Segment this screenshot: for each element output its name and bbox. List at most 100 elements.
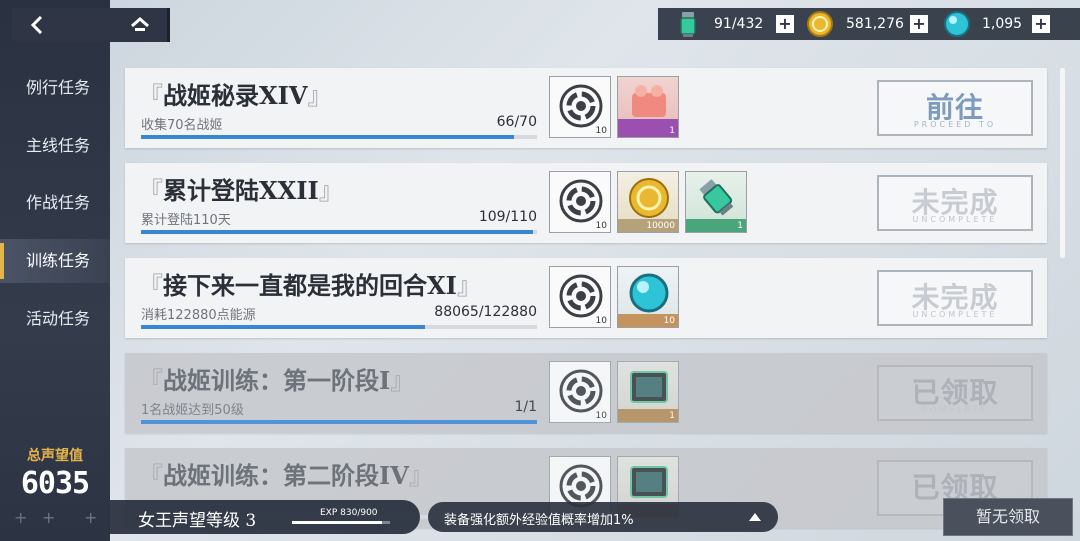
task-status-button[interactable]: 未完成 UNCOMPLETE [877,270,1033,326]
title-bracket-close: 』 [456,272,481,300]
reward-quantity: 1 [669,126,675,136]
triangle-up-icon [749,513,761,521]
exp-progress-bar [292,521,390,524]
status-sublabel: UNCOMPLETE [912,310,998,319]
status-sublabel: UNCOMPLETE [912,215,998,224]
chevron-left-icon [30,16,43,34]
queen-reputation-level-panel: 女王声望等级 3 EXP 830/900 [110,500,420,534]
reward-quantity: 10 [595,126,607,136]
status-sublabel: PROCEED TO [913,120,997,129]
plus-decoration-icon: + [84,508,98,527]
task-title: 『战姬训练：第二阶段IV』 [139,456,433,491]
task-title: 『累计登陆XXII』 [139,171,343,206]
title-bracket-open: 『 [139,177,163,205]
task-card: 『战姬秘录XIV』收集70名战姬 66/70 10 1 前往 PROCEED TO [125,68,1047,148]
title-bracket-close: 』 [318,177,343,205]
plus-decoration-icon: + [14,508,28,527]
sidebar-item-main[interactable]: 主线任务 [0,124,110,168]
title-bracket-open: 『 [139,82,163,110]
task-progress-text: 66/70 [496,114,537,130]
task-progress-bar [141,420,537,424]
gold-coin-icon [807,11,833,37]
task-category-sidebar: 例行任务 主线任务 作战任务 训练任务 活动任务 总声望值 6035 + + + [0,0,110,541]
task-title-text: 战姬秘录XIV [163,81,308,110]
task-list-scrollbar[interactable] [1060,68,1065,258]
reputation-label: 总声望值 [27,448,83,464]
task-title-text: 战姬训练：第一阶段I [163,366,391,395]
gold-value: 581,276 [846,16,904,32]
task-status-button[interactable]: 已领取 COMPLETE [877,365,1033,421]
sidebar-item-event[interactable]: 活动任务 [0,297,110,341]
bonus-text: 装备强化额外经验值概率增加1% [444,513,634,528]
task-description: 收集70名战姬 [141,118,223,133]
plus-decoration-icon: + [42,508,56,527]
title-bracket-open: 『 [139,272,163,300]
reward-quantity: 10 [595,221,607,231]
bonus-info-panel[interactable]: 装备强化额外经验值概率增加1% [428,502,778,532]
add-energy-button[interactable]: + [776,15,794,33]
reward-quantity: 10 [595,316,607,326]
crystal-value: 1,095 [982,16,1023,32]
title-bracket-close: 』 [307,82,332,110]
reward-slot[interactable]: 10 [549,76,611,138]
task-progress-bar [141,135,537,139]
reward-slot[interactable]: 10 [549,171,611,233]
task-progress-text: 1/1 [514,399,537,415]
task-status-button[interactable]: 前往 PROCEED TO [877,80,1033,136]
title-bracket-close: 』 [390,367,415,395]
title-bracket-close: 』 [408,462,433,490]
task-card: 『累计登陆XXII』 累计登陆110天 109/110 10 10000 1 未完成 UNCO… [125,163,1047,243]
reputation-level-title: 女王声望等级 3 [138,511,257,531]
sidebar-item-combat[interactable]: 作战任务 [0,181,110,225]
task-title-text: 接下来一直都是我的回合XI [163,271,457,300]
reward-quantity: 10000 [646,221,675,231]
sidebar-item-daily[interactable]: 例行任务 [0,66,110,110]
reward-slot[interactable]: 10 [549,361,611,423]
task-progress-text: 109/110 [478,209,537,225]
crystal-orb-icon [944,11,970,37]
task-description: 1名战姬达到50级 [141,403,244,418]
task-card: 『接下来一直都是我的回合XI』消耗122880点能源 88065/122880 10… [125,258,1047,338]
task-progress-fill [141,230,534,234]
add-gold-button[interactable]: + [910,15,928,33]
home-chevron-icon [131,17,149,31]
task-progress-bar [141,325,537,329]
reputation-value: 6035 [20,466,90,501]
reward-slot[interactable]: 1 [617,361,679,423]
reward-slot[interactable]: 1 [617,76,679,138]
task-description: 消耗122880点能源 [141,308,256,323]
task-title: 『接下来一直都是我的回合XI』 [139,266,481,301]
add-crystal-button[interactable]: + [1032,15,1050,33]
energy-canister-icon [680,12,696,37]
reward-slot[interactable]: 10 [617,266,679,328]
task-title-text: 累计登陆XXII [163,176,319,205]
sidebar-item-label: 例行任务 [26,78,91,97]
title-bracket-open: 『 [139,462,163,490]
title-bracket-open: 『 [139,367,163,395]
sidebar-item-training[interactable]: 训练任务 [0,239,110,283]
task-title: 『战姬训练：第一阶段I』 [139,361,414,396]
sidebar-item-label: 作战任务 [26,193,91,212]
reward-slot[interactable]: 10 [549,266,611,328]
task-progress-fill [141,420,537,424]
task-card: 『战姬训练：第一阶段I』 1名战姬达到50级 1/1 10 1 已领取 COMPLETE [125,353,1047,433]
home-button[interactable] [110,8,170,42]
back-button[interactable] [12,8,110,42]
reward-slot[interactable]: 1 [685,171,747,233]
status-sublabel: COMPLETE [921,405,989,414]
task-progress-fill [141,325,425,329]
exp-progress-fill [292,521,383,524]
reward-slot[interactable]: 10000 [617,171,679,233]
resource-bar: 91/432 + 581,276 + 1,095 + [658,8,1080,40]
task-progress-text: 88065/122880 [434,304,537,320]
reward-quantity: 1 [737,221,743,231]
energy-value: 91/432 [714,16,764,32]
reward-quantity: 10 [663,316,675,326]
sidebar-item-label: 训练任务 [26,251,91,270]
task-progress-bar [141,230,537,234]
reward-quantity: 10 [595,411,607,421]
task-status-button[interactable]: 未完成 UNCOMPLETE [877,175,1033,231]
exp-label: EXP 830/900 [320,508,378,518]
sidebar-item-label: 主线任务 [26,136,91,155]
claim-all-button[interactable]: 暂无领取 [943,498,1073,536]
